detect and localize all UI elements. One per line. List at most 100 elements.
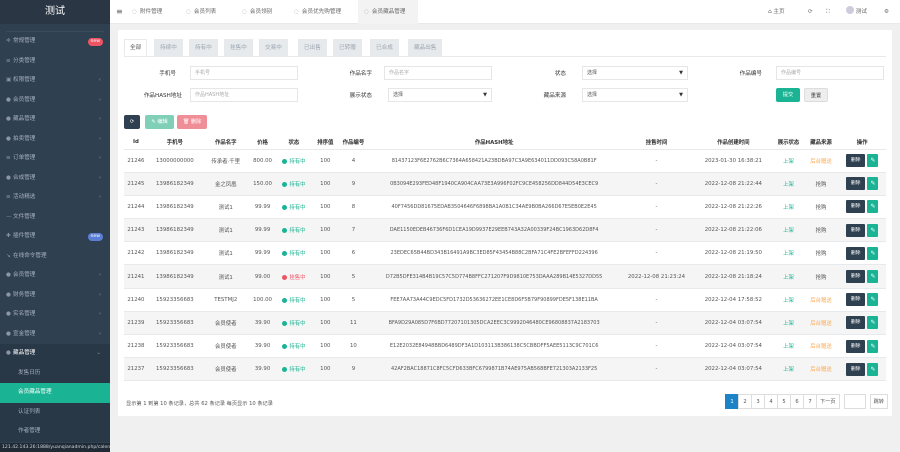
phone-input[interactable]: 手机号	[190, 66, 298, 80]
edit-button[interactable]: ✎ 编辑	[145, 115, 174, 129]
column-header[interactable]: 作品创建时间	[693, 135, 774, 150]
sidebar-item[interactable]: —文件管理	[0, 208, 110, 228]
cell-display[interactable]: 上架	[773, 218, 804, 243]
sidebar-subitem[interactable]: 作者管理	[0, 422, 110, 442]
display-select[interactable]: 选择 ▼	[388, 88, 492, 102]
sidebar-item[interactable]: ● 实名管理 ‹	[0, 305, 110, 325]
row-delete-button[interactable]: 删除	[845, 246, 866, 260]
column-header[interactable]: 作品名字	[201, 135, 250, 150]
sidebar-item[interactable]: ≡ 订单管理 ‹	[0, 149, 110, 169]
sidebar-item[interactable]: ✚ 插件管理 new	[0, 227, 110, 247]
column-header[interactable]: 作品编号	[338, 135, 369, 150]
row-delete-button[interactable]: 删除	[845, 339, 866, 353]
filter-tab[interactable]: 挂售中	[224, 39, 253, 56]
sidebar-item[interactable]: ✲ 常规管理 new	[0, 32, 110, 52]
filter-tab[interactable]: 已转赠	[333, 39, 362, 56]
reset-button[interactable]: 重置	[804, 88, 828, 102]
sidebar-item[interactable]: ● 宣金管理 ‹	[0, 325, 110, 345]
table-row[interactable]: 21245 13986182349 金之凤凰 150.00 持有中 100 9 0B3094E…	[124, 172, 886, 196]
row-delete-button[interactable]: 删除	[845, 293, 866, 307]
row-delete-button[interactable]: 删除	[845, 223, 866, 237]
cell-display[interactable]: 上架	[773, 149, 804, 173]
filter-tab[interactable]: 已出售	[298, 39, 327, 56]
column-header[interactable]: 展示状态	[773, 135, 804, 150]
pencil-icon[interactable]: ✎	[867, 316, 879, 330]
page-jump-button[interactable]: 跳转	[869, 394, 888, 409]
filter-tab[interactable]: 持续中	[154, 39, 183, 56]
cell-display[interactable]: 上架	[773, 357, 804, 382]
work-name-input[interactable]: 作品名字	[384, 66, 492, 80]
sidebar-subitem[interactable]: 发售日历	[0, 364, 110, 384]
pencil-icon[interactable]: ✎	[867, 293, 879, 307]
table-row[interactable]: 21242 13986182349 测试1 99.99 持有中 100 6 23EDEC65B…	[124, 241, 886, 266]
filter-tab[interactable]: 藏品出售	[408, 39, 443, 56]
refresh-icon[interactable]: ⟳	[808, 0, 813, 24]
filter-tab[interactable]: 持有中	[189, 39, 218, 56]
home-link[interactable]: ⌂ 主页	[768, 0, 785, 24]
cell-display[interactable]: 上架	[773, 241, 804, 266]
sidebar-item[interactable]: ● 会员管理 ‹	[0, 91, 110, 111]
column-header[interactable]: 操作	[838, 135, 886, 150]
pencil-icon[interactable]: ✎	[867, 177, 879, 191]
page-button[interactable]: 2	[738, 394, 753, 409]
column-header[interactable]: 状态	[275, 135, 313, 150]
work-no-input[interactable]: 作品编号	[776, 66, 884, 80]
cell-display[interactable]: 上架	[773, 311, 804, 336]
sidebar-search[interactable]	[6, 24, 104, 32]
sidebar-item[interactable]: ≡ 分类管理	[0, 52, 110, 72]
settings-icon[interactable]: ⚙	[884, 0, 889, 24]
status-select[interactable]: 选择 ▼	[582, 66, 688, 80]
filter-tab[interactable]: 交易中	[259, 39, 288, 56]
sidebar-item[interactable]: ● 财务管理 ‹	[0, 286, 110, 306]
row-delete-button[interactable]: 删除	[845, 362, 866, 376]
table-row[interactable]: 21244 13986182349 测试1 99.99 持有中 100 8 40F7456DD…	[124, 195, 886, 220]
table-row[interactable]: 21240 15923356683 TESTMJ2 100.00 持有中 100 5 FEE7…	[124, 288, 886, 312]
column-header[interactable]: 价格	[249, 135, 276, 150]
source-select[interactable]: 选择 ▼	[582, 88, 688, 102]
pencil-icon[interactable]: ✎	[867, 339, 879, 353]
fullscreen-icon[interactable]: ⛶	[826, 0, 830, 24]
sidebar-item[interactable]: ↘ 在线命令管理	[0, 247, 110, 267]
table-row[interactable]: 21241 13986182349 测试1 99.00 挂售中 100 5 D72B5DFE3…	[124, 264, 886, 289]
column-header[interactable]: Id	[124, 135, 148, 150]
submit-button[interactable]: 提交	[776, 88, 800, 102]
table-row[interactable]: 21243 13986182349 测试1 99.99 持有中 100 7 DAE1150ED…	[124, 218, 886, 243]
top-tab[interactable]: ◌ 附件管理	[126, 0, 176, 24]
table-row[interactable]: 21238 15923356683 会员使者 39.90 持有中 100 10 E12E203…	[124, 334, 886, 359]
column-header[interactable]: 手机号	[147, 135, 202, 150]
cell-display[interactable]: 上架	[773, 172, 804, 196]
page-button[interactable]: 6	[790, 394, 805, 409]
filter-tab[interactable]: 已合成	[370, 39, 399, 56]
sidebar-item[interactable]: ● 会员管理 ‹	[0, 266, 110, 286]
top-tab[interactable]: ◌ 会员列表	[180, 0, 232, 24]
page-jump-input[interactable]	[843, 394, 866, 409]
pencil-icon[interactable]: ✎	[867, 270, 879, 284]
sidebar-item[interactable]: ≡ 活动精选 ‹	[0, 188, 110, 208]
cell-display[interactable]: 上架	[773, 264, 804, 289]
page-button[interactable]: 4	[764, 394, 779, 409]
top-tab[interactable]: ◌ 会员优先购管理	[288, 0, 354, 24]
delete-button[interactable]: 🗑 删除	[177, 115, 207, 129]
column-header[interactable]: 作品HASH地址	[368, 135, 620, 150]
sidebar-item[interactable]: ● 藏品管理 ‹	[0, 110, 110, 130]
next-page-button[interactable]: 下一页	[816, 394, 840, 409]
column-header[interactable]: 藏品来源	[803, 135, 839, 150]
column-header[interactable]: 挂售时间	[619, 135, 694, 150]
pencil-icon[interactable]: ✎	[867, 362, 879, 376]
row-delete-button[interactable]: 删除	[845, 316, 866, 330]
row-delete-button[interactable]: 删除	[845, 200, 866, 214]
column-header[interactable]: 排序值	[312, 135, 339, 150]
hash-input[interactable]: 作品HASH地址	[190, 88, 298, 102]
cell-display[interactable]: 上架	[773, 288, 804, 312]
row-delete-button[interactable]: 删除	[845, 177, 866, 191]
table-row[interactable]: 21246 13000000000 传承者·千里 800.00 持有中 100 4 81437…	[124, 149, 886, 173]
sidebar-item[interactable]: ● 拍卖管理 ‹	[0, 130, 110, 150]
pencil-icon[interactable]: ✎	[867, 223, 879, 237]
pencil-icon[interactable]: ✎	[867, 154, 879, 168]
row-delete-button[interactable]: 删除	[845, 154, 866, 168]
sidebar-subitem[interactable]: 会员藏品管理	[0, 383, 110, 403]
filter-tab[interactable]: 全部	[124, 39, 148, 56]
sidebar-item[interactable]: ● 合成管理 ‹	[0, 169, 110, 189]
page-button[interactable]: 7	[803, 394, 818, 409]
page-button[interactable]: 3	[751, 394, 766, 409]
